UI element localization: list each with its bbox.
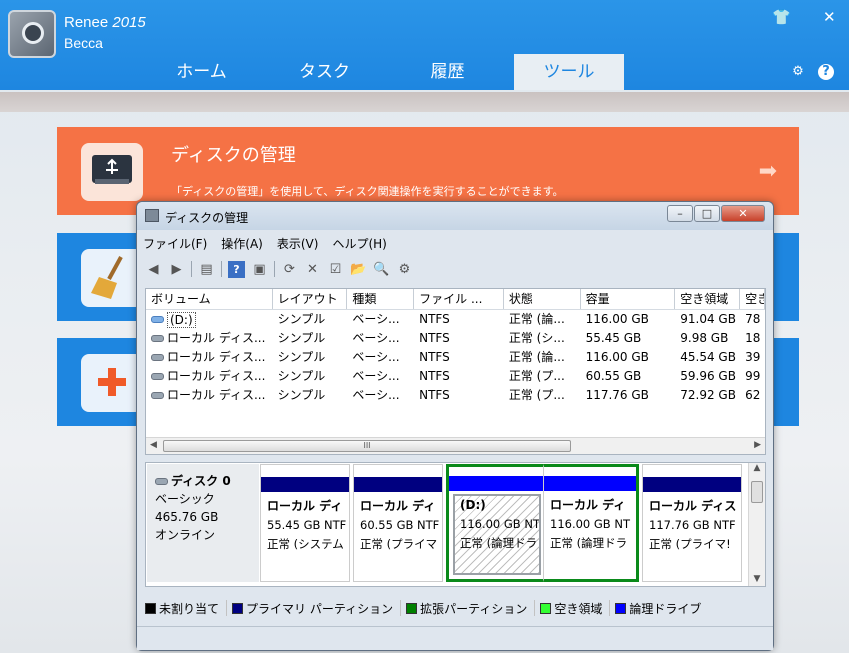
legend-item: 空き領域 (540, 600, 602, 617)
col-capacity[interactable]: 容量 (581, 289, 676, 309)
status-bar (137, 626, 773, 650)
nav-tabs: ホーム タスク 履歴 ツール (140, 54, 624, 90)
table-row[interactable]: ローカル ディス... シンプル ベーシ... NTFS 正常 (論... 11… (146, 348, 765, 367)
help-icon[interactable]: ? (818, 64, 834, 80)
vertical-scrollbar[interactable]: ▲ ▼ (748, 463, 765, 586)
back-icon[interactable]: ◀ (145, 261, 162, 278)
card-description: 「ディスクの管理」を使用して、ディスク関連操作を実行することができます。 (171, 185, 564, 198)
close-button[interactable]: ✕ (721, 205, 765, 222)
disk-graphical-view: ディスク 0 ベーシック 465.76 GB オンライン ローカル ディ 55.4… (145, 462, 766, 587)
scrollbar-thumb[interactable]: III (163, 440, 571, 452)
disk-size: 465.76 GB (155, 510, 219, 524)
check-icon[interactable]: ☑ (327, 261, 344, 278)
legend-item: 未割り当て (145, 600, 219, 617)
safe-logo-icon (8, 10, 56, 58)
partition[interactable]: ローカル ディ 116.00 GB NT 正常 (論理ドラ (543, 464, 639, 582)
col-free[interactable]: 空き領域 (675, 289, 741, 309)
close-icon[interactable]: ✕ (823, 8, 836, 26)
help-icon[interactable]: ? (228, 260, 245, 278)
scrollbar-thumb[interactable] (751, 481, 763, 503)
menu-view[interactable]: 表示(V) (277, 234, 319, 254)
minimize-button[interactable]: – (667, 205, 693, 222)
settings-icon[interactable]: ⚙ (396, 261, 413, 278)
partition[interactable]: ローカル ディ 60.55 GB NTF 正常 (プライマ (353, 464, 443, 582)
col-status[interactable]: 状態 (504, 289, 581, 309)
table-row[interactable]: ローカル ディス... シンプル ベーシ... NTFS 正常 (シ... 55… (146, 329, 765, 348)
open-folder-icon[interactable]: 📂 (350, 261, 367, 278)
scroll-down-icon[interactable]: ▼ (749, 574, 765, 584)
volume-list: ボリューム レイアウト 種類 ファイル ... 状態 容量 空き領域 空き (D… (145, 288, 766, 455)
tab-tools[interactable]: ツール (514, 54, 624, 90)
menu-help[interactable]: ヘルプ(H) (332, 234, 386, 254)
partition[interactable]: ローカル ディ 55.45 GB NTF 正常 (システム (260, 464, 350, 582)
disk-management-icon (145, 209, 159, 222)
partitions: ローカル ディ 55.45 GB NTF 正常 (システム ローカル ディ 60.55… (260, 464, 748, 582)
app-header: Renee 2015 Becca 👕 ✕ ホーム タスク 履歴 ツール ⚙ ? (0, 0, 849, 90)
tab-history[interactable]: 履歴 (386, 54, 509, 90)
legend-item: 拡張パーティション (406, 600, 527, 617)
col-free-pct[interactable]: 空き (740, 289, 765, 309)
disk-info[interactable]: ディスク 0 ベーシック 465.76 GB オンライン (147, 464, 259, 582)
properties-icon[interactable]: ▣ (251, 261, 268, 278)
disk-type: ベーシック (155, 492, 215, 506)
drive-icon (151, 373, 164, 380)
tab-tasks[interactable]: タスク (263, 54, 386, 90)
legend: 未割り当て プライマリ パーティション 拡張パーティション 空き領域 論理ドライ… (145, 597, 766, 619)
table-row[interactable]: (D:) シンプル ベーシ... NTFS 正常 (論... 116.00 GB… (146, 310, 765, 329)
background-torii (0, 92, 849, 112)
partition[interactable]: ローカル ディス 117.76 GB NTF 正常 (プライマ! (642, 464, 742, 582)
usb-drive-icon (81, 143, 143, 201)
disk-management-window: ディスクの管理 – □ ✕ ファイル(F) 操作(A) 表示(V) ヘルプ(H)… (136, 201, 774, 651)
drive-icon (151, 316, 164, 323)
legend-item: プライマリ パーティション (232, 600, 393, 617)
arrow-right-icon: ➡ (758, 159, 777, 184)
drive-icon (151, 392, 164, 399)
window-titlebar: ディスクの管理 – □ ✕ (137, 202, 773, 230)
search-icon[interactable]: 🔍 (373, 261, 390, 278)
maximize-button[interactable]: □ (694, 205, 720, 222)
card-title: ディスクの管理 (171, 145, 296, 166)
col-volume[interactable]: ボリューム (146, 289, 273, 309)
menu-file[interactable]: ファイル(F) (143, 234, 207, 254)
broom-icon (81, 249, 143, 307)
refresh-icon[interactable]: ⟳ (281, 261, 298, 278)
col-filesystem[interactable]: ファイル ... (414, 289, 504, 309)
toolbar: ◀ ▶ ▤ ? ▣ ⟳ ✕ ☑ 📂 🔍 ⚙ (145, 258, 419, 280)
delete-icon[interactable]: ✕ (304, 261, 321, 278)
console-tree-icon[interactable]: ▤ (198, 261, 215, 278)
table-row[interactable]: ローカル ディス... シンプル ベーシ... NTFS 正常 (プ... 60… (146, 367, 765, 386)
col-type[interactable]: 種類 (347, 289, 415, 309)
partition-d[interactable]: (D:) 116.00 GB NT 正常 (論理ドラ (446, 464, 543, 582)
shirt-icon[interactable]: 👕 (772, 8, 791, 26)
drive-icon (151, 354, 164, 361)
table-row[interactable]: ローカル ディス... シンプル ベーシ... NTFS 正常 (プ... 11… (146, 386, 765, 405)
scroll-left-icon[interactable]: ◀ (150, 440, 157, 450)
disk-state: オンライン (155, 528, 216, 542)
menu-bar: ファイル(F) 操作(A) 表示(V) ヘルプ(H) (143, 234, 401, 254)
gear-icon[interactable]: ⚙ (790, 64, 806, 80)
scroll-right-icon[interactable]: ▶ (754, 440, 761, 450)
volume-list-header: ボリューム レイアウト 種類 ファイル ... 状態 容量 空き領域 空き (146, 289, 765, 310)
drive-icon (151, 335, 164, 342)
app-user: Becca (64, 35, 103, 51)
app-title: Renee 2015 (64, 14, 146, 31)
menu-action[interactable]: 操作(A) (221, 234, 263, 254)
legend-item: 論理ドライブ (615, 600, 701, 617)
disk-icon (155, 477, 168, 485)
tab-home[interactable]: ホーム (140, 54, 263, 90)
window-title: ディスクの管理 (165, 211, 249, 225)
forward-icon[interactable]: ▶ (168, 261, 185, 278)
col-layout[interactable]: レイアウト (273, 289, 348, 309)
horizontal-scrollbar[interactable]: ◀ III ▶ (146, 437, 765, 454)
scroll-up-icon[interactable]: ▲ (749, 463, 765, 473)
first-aid-icon (81, 354, 143, 412)
